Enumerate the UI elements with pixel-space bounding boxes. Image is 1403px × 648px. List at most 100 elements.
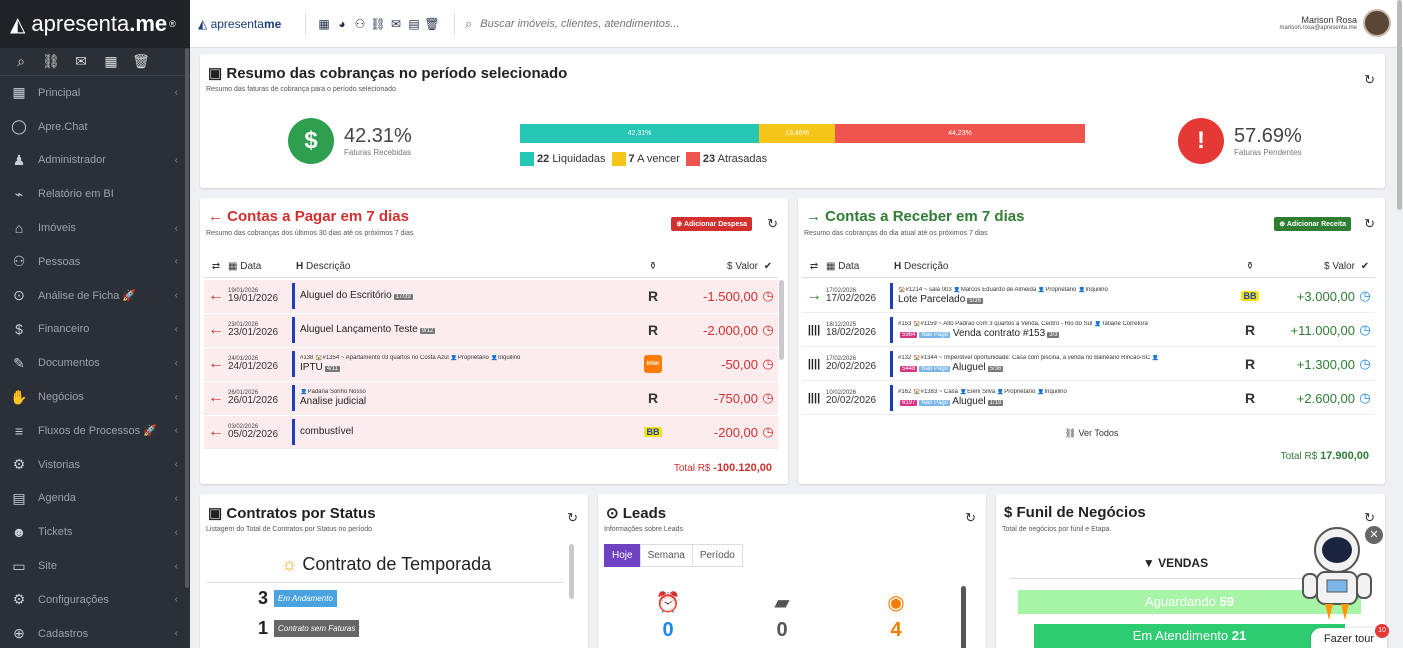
astronaut-mascot[interactable]	[1297, 520, 1377, 630]
sidebar-item[interactable]: ✋ Negócios ‹	[0, 380, 190, 414]
table-row[interactable]: |||| 10/02/2026 20/02/2026 #162 🏠#1383 ~ Ca…	[802, 382, 1375, 415]
sidebar-item[interactable]: ≡ Fluxos de Processos 🚀 ‹	[0, 414, 190, 448]
col-desc[interactable]: H Descrição	[296, 261, 638, 272]
brand-suffix: .me	[129, 11, 168, 36]
search-input[interactable]	[480, 17, 781, 30]
sidebar-item[interactable]: ♟ Administrador ‹	[0, 144, 190, 178]
row-title-text: IPTU	[300, 361, 323, 373]
sidebar-item[interactable]: ▦ Principal ‹	[0, 76, 190, 110]
receivables-title: → Contas a Receber em 7 dias	[806, 208, 1024, 225]
clock-icon[interactable]: ◷	[1355, 322, 1375, 338]
barcode-icon: ||||	[807, 358, 821, 370]
contract-status-row[interactable]: 1 Contrato sem Faturas	[258, 618, 360, 639]
refresh-icon[interactable]: ↻	[1364, 72, 1375, 88]
avatar[interactable]	[1363, 9, 1391, 37]
table-row[interactable]: ← 03/02/2026 05/02/2026 combustível BB -200,0…	[204, 416, 778, 449]
clock-icon[interactable]: ◷	[758, 288, 778, 304]
sidebar-item[interactable]: ⌁ Relatório em BI	[0, 177, 190, 211]
table-row[interactable]: ← 19/01/2026 19/01/2026 Aluguel do Escritór…	[204, 280, 778, 313]
check-icon[interactable]: ✔	[1355, 261, 1375, 272]
clock-icon[interactable]: ◷	[758, 322, 778, 338]
contract-status-row[interactable]: 3 Em Andamento	[258, 588, 337, 609]
chevron-icon: ‹	[174, 526, 178, 538]
swap-icon[interactable]: ⇄	[802, 261, 826, 272]
topbar-logo[interactable]: ◭ apresentame	[190, 17, 305, 31]
tab-0[interactable]: Hoje	[604, 544, 641, 567]
refresh-icon[interactable]: ↻	[965, 510, 976, 526]
link-icon[interactable]: ⛓	[36, 53, 66, 70]
payables-scrollbar[interactable]	[779, 280, 784, 360]
row-value: -1.500,00	[703, 288, 758, 304]
trash-icon[interactable]: 🗑	[126, 53, 156, 70]
pay-date: 17/02/2026	[826, 292, 877, 304]
tab-1[interactable]: Semana	[639, 544, 693, 567]
sidebar-item[interactable]: ◯ Apre.Chat	[0, 110, 190, 144]
col-value[interactable]: $ Valor	[1265, 261, 1355, 272]
leads-scrollbar[interactable]	[961, 586, 966, 648]
calendar-icon[interactable]: ▤	[406, 17, 422, 31]
page-scrollbar[interactable]	[1397, 0, 1402, 210]
refresh-icon[interactable]: ↻	[1364, 216, 1375, 232]
row-marker	[292, 283, 295, 309]
table-row[interactable]: ← 26/01/2026 26/01/2026 👤Padaria Sonho Noss…	[204, 382, 778, 415]
col-date[interactable]: ▦ Data	[826, 261, 894, 272]
sidebar-item[interactable]: $ Financeiro ‹	[0, 313, 190, 347]
sidebar-item[interactable]: ⊕ Cadastros ‹	[0, 617, 190, 648]
sidebar-item[interactable]: ⚇ Pessoas ‹	[0, 245, 190, 279]
refresh-icon[interactable]: ↻	[767, 216, 778, 232]
mail-icon[interactable]: ✉	[66, 53, 96, 70]
calendar-icon[interactable]: ▦	[96, 53, 126, 70]
clock-icon[interactable]: ◷	[758, 356, 778, 372]
contracts-scrollbar[interactable]	[569, 544, 574, 599]
col-desc[interactable]: H Descrição	[894, 261, 1235, 272]
clock-icon[interactable]: ◷	[758, 390, 778, 406]
col-value[interactable]: $ Valor	[668, 261, 758, 272]
table-row[interactable]: |||| 17/02/2026 20/02/2026 #132 🏠#1344 ~ Im…	[802, 348, 1375, 381]
col-desc-label: Descrição	[306, 261, 351, 272]
sidebar-item[interactable]: ⌂ Imóveis ‹	[0, 211, 190, 245]
sidebar-scrollbar[interactable]	[185, 48, 189, 588]
pie-icon[interactable]: ◕	[334, 17, 350, 31]
sidebar-item[interactable]: ⚙ Vistorias ‹	[0, 448, 190, 482]
sidebar-item[interactable]: ⚙ Configurações ‹	[0, 583, 190, 617]
clock-icon[interactable]: ◷	[758, 424, 778, 440]
clock-icon[interactable]: ◷	[1355, 390, 1375, 406]
row-value: -750,00	[713, 390, 758, 406]
link-icon[interactable]: ⛓	[370, 17, 386, 31]
add-expense-button[interactable]: ⊕ Adicionar Despesa	[671, 217, 752, 231]
table-row[interactable]: ← 23/01/2026 23/01/2026 Aluguel Lançamento …	[204, 314, 778, 347]
row-title-text: Venda contrato #153	[952, 327, 1046, 339]
clock-icon[interactable]: ◷	[1355, 356, 1375, 372]
table-row[interactable]: → 17/02/2026 17/02/2026 🏠#1214 ~ sala 003 👤…	[802, 280, 1375, 313]
grid-icon[interactable]: ▦	[316, 17, 332, 31]
sidebar-item[interactable]: ⊙ Análise de Ficha 🚀 ‹	[0, 279, 190, 313]
clock-icon[interactable]: ◷	[1355, 288, 1375, 304]
col-date[interactable]: ▦ Data	[228, 261, 296, 272]
sidebar-item[interactable]: ▤ Agenda ‹	[0, 482, 190, 516]
sidebar-item[interactable]: ✎ Documentos ‹	[0, 346, 190, 380]
tab-2[interactable]: Período	[691, 544, 743, 567]
pay-date: 20/02/2026	[826, 394, 877, 406]
sidebar-item[interactable]: ▭ Site ‹	[0, 549, 190, 583]
trash-icon[interactable]: 🗑	[424, 17, 440, 31]
search-icon[interactable]: ⌕	[6, 53, 36, 70]
sidebar-item[interactable]: ☻ Tickets ‹	[0, 515, 190, 549]
add-income-button[interactable]: ⊕ Adicionar Receita	[1274, 217, 1351, 231]
refresh-icon[interactable]: ↻	[567, 510, 578, 526]
bank-col-icon: ⚱	[1245, 261, 1255, 272]
bank-icon: R	[647, 288, 659, 304]
receivables-card: → Contas a Receber em 7 dias Resumo das …	[798, 198, 1385, 484]
received-kpi: $ 42.31% Faturas Recebidas	[288, 118, 412, 164]
user-menu[interactable]: Marison Rosa marison.rosa@apresenta.me	[1280, 9, 1391, 37]
menu-icon: ⚇	[12, 253, 26, 270]
swap-icon[interactable]: ⇄	[204, 261, 228, 272]
arrow-left-icon: ←	[208, 423, 224, 440]
users-icon[interactable]: ⚇	[352, 17, 368, 31]
table-row[interactable]: ← 24/01/2026 24/01/2026 #138 🏠#1354 ~ Apart…	[204, 348, 778, 381]
check-icon[interactable]: ✔	[758, 261, 778, 272]
brand-logo[interactable]: ◭ apresenta .me ®	[0, 0, 190, 48]
see-all-link[interactable]: ⛓ Ver Todos	[798, 428, 1385, 439]
table-row[interactable]: |||| 18/12/2025 18/02/2026 #153 🏠#1159 ~ Al…	[802, 314, 1375, 347]
mail-icon[interactable]: ✉	[388, 17, 404, 31]
menu-icon: ⊙	[13, 287, 25, 304]
